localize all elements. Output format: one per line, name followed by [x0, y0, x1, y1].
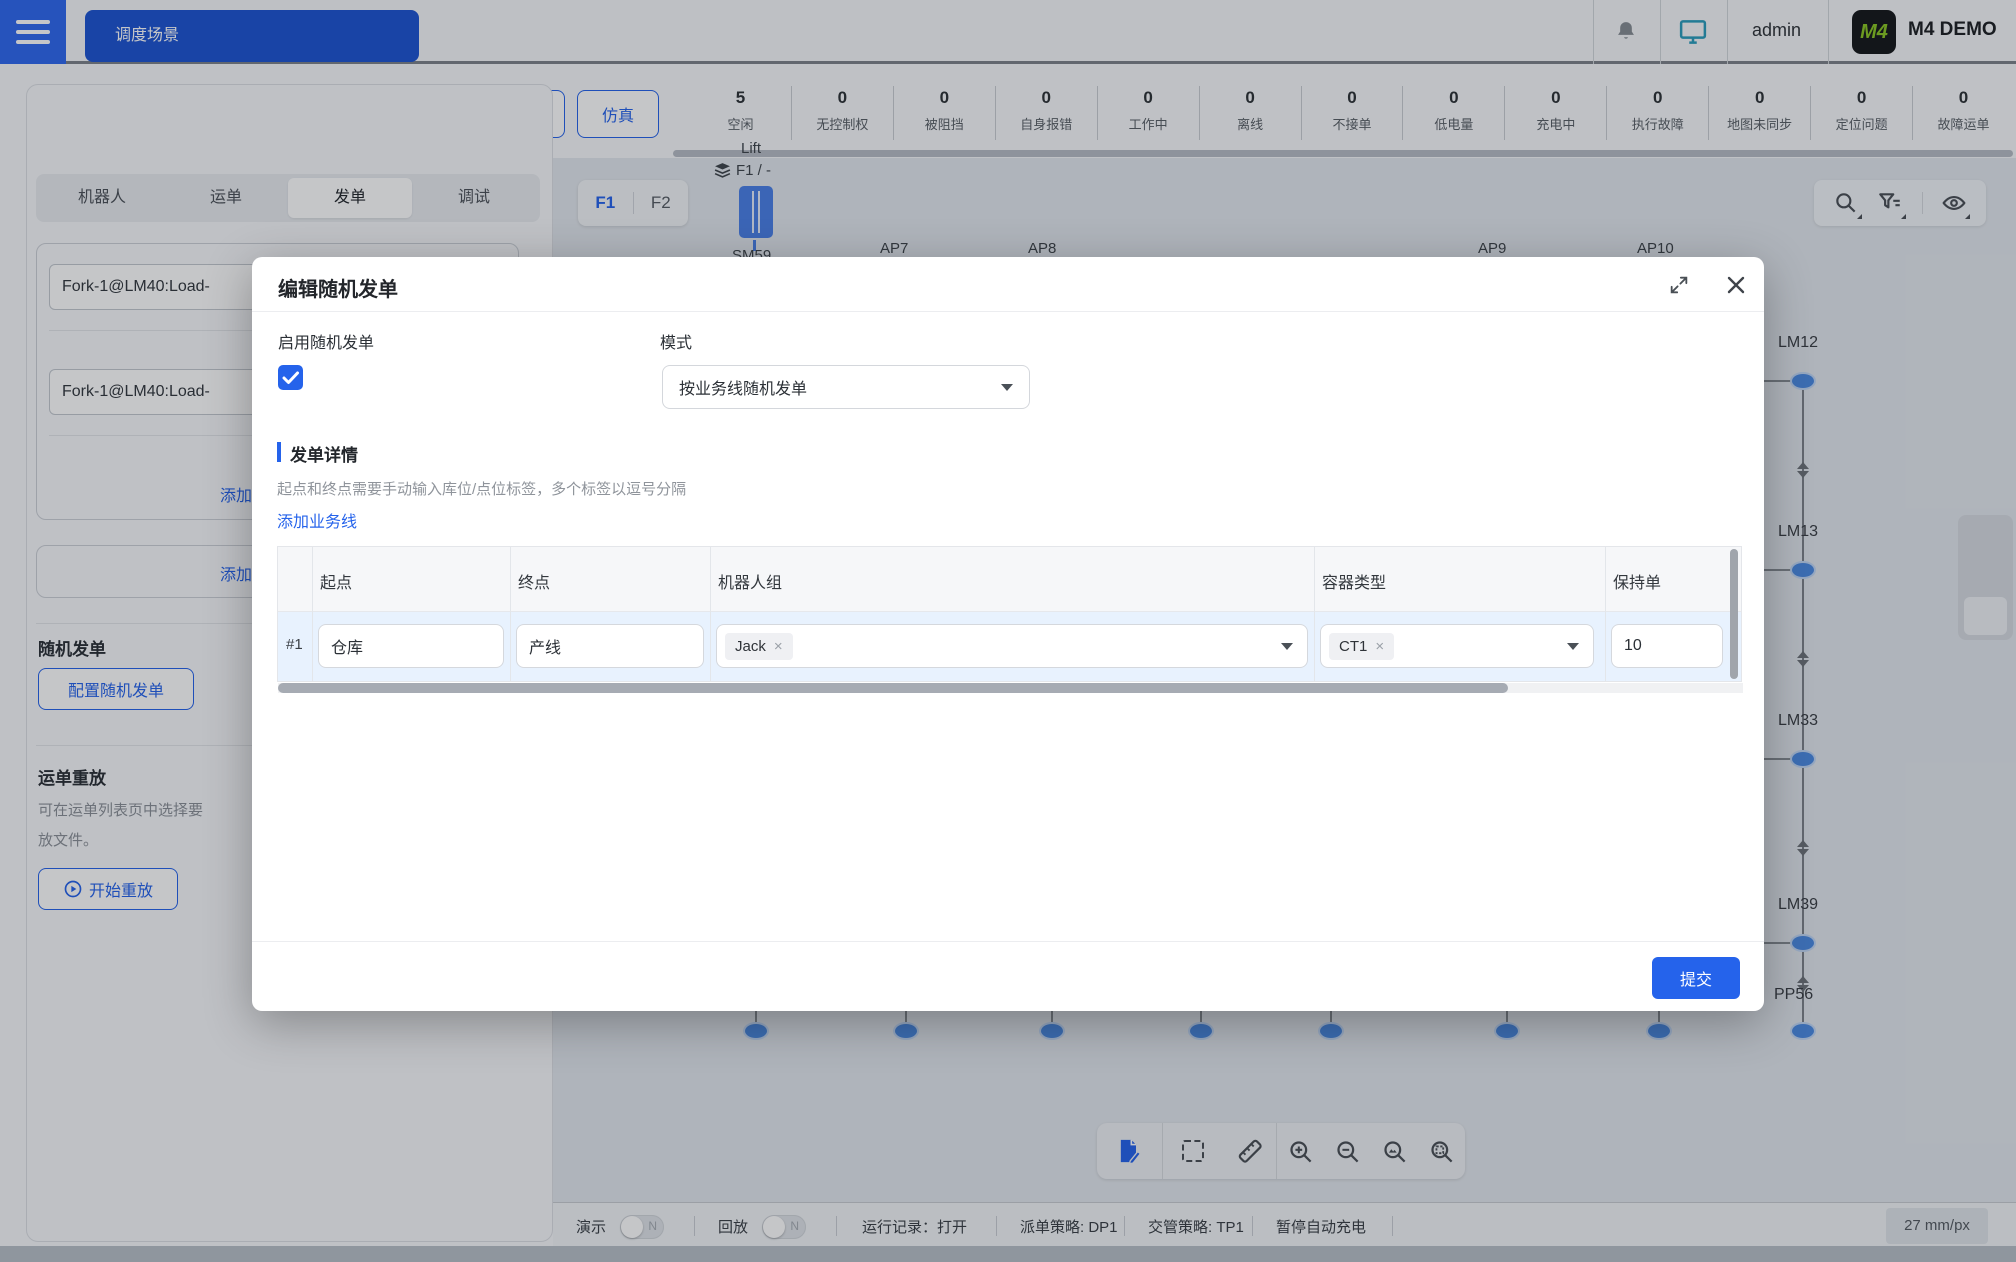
table-header — [278, 547, 1741, 612]
scrollbar-thumb[interactable] — [278, 683, 1508, 693]
container-type-select[interactable]: CT1 × — [1320, 624, 1594, 668]
section-accent-bar — [277, 442, 281, 462]
divider — [252, 311, 1764, 312]
mode-select[interactable]: 按业务线随机发单 — [662, 365, 1030, 409]
row-index: #1 — [286, 636, 303, 653]
column-header-keep-orders: 保持单 — [1613, 569, 1661, 593]
table-horizontal-scrollbar[interactable] — [278, 683, 1743, 693]
tag-remove-icon[interactable]: × — [1375, 638, 1384, 655]
table-vertical-scrollbar[interactable] — [1730, 549, 1738, 679]
mode-label: 模式 — [660, 329, 692, 353]
column-header-end: 终点 — [518, 569, 550, 593]
edit-random-dispatch-modal: 编辑随机发单 启用随机发单 模式 按业务线随机发单 发单详情 起点和终点需要手动… — [252, 257, 1764, 1011]
expand-icon — [1668, 274, 1690, 296]
mode-select-value: 按业务线随机发单 — [663, 375, 807, 399]
column-header-container-type: 容器类型 — [1322, 569, 1386, 593]
enable-random-dispatch-label: 启用随机发单 — [278, 329, 374, 353]
chevron-down-icon — [1001, 384, 1013, 391]
end-point-input[interactable] — [516, 624, 704, 668]
add-business-line-link[interactable]: 添加业务线 — [277, 508, 357, 532]
column-header-start: 起点 — [320, 569, 352, 593]
divider — [252, 941, 1764, 942]
enable-random-dispatch-checkbox[interactable] — [278, 365, 303, 390]
close-icon — [1724, 273, 1748, 297]
robot-group-select[interactable]: Jack × — [716, 624, 1308, 668]
check-icon — [278, 365, 303, 390]
column-header-robot-group: 机器人组 — [718, 569, 782, 593]
chevron-down-icon — [1567, 643, 1579, 650]
tag-remove-icon[interactable]: × — [774, 638, 783, 655]
business-line-table: 起点 终点 机器人组 容器类型 保持单 #1 Jack × CT1 × — [277, 546, 1742, 682]
tag-label: CT1 — [1339, 638, 1367, 655]
keep-orders-input[interactable] — [1611, 624, 1723, 668]
close-button[interactable] — [1724, 273, 1748, 297]
dispatch-detail-desc: 起点和终点需要手动输入库位/点位标签，多个标签以逗号分隔 — [277, 478, 686, 499]
start-point-input[interactable] — [318, 624, 504, 668]
submit-button[interactable]: 提交 — [1652, 957, 1740, 999]
container-type-tag: CT1 × — [1329, 633, 1394, 660]
dispatch-detail-title: 发单详情 — [290, 441, 358, 466]
tag-label: Jack — [735, 638, 766, 655]
robot-group-tag: Jack × — [725, 633, 793, 660]
chevron-down-icon — [1281, 643, 1293, 650]
modal-title: 编辑随机发单 — [278, 273, 398, 302]
maximize-button[interactable] — [1668, 274, 1690, 296]
app-screen: 调度场景 admin M4 M4 DEMO AI 诊断 DEMO — [0, 0, 2016, 1262]
